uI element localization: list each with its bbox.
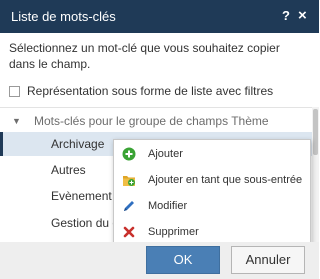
dialog-footer: OK Annuler <box>0 242 319 279</box>
tree-item-label: Evènement <box>51 189 112 203</box>
menu-item-modifier[interactable]: Modifier <box>114 193 310 219</box>
tree-group-label: Mots-clés pour le groupe de champs Thème <box>34 114 269 128</box>
menu-item-label: Ajouter en tant que sous-entrée <box>148 174 303 186</box>
tree-scrollbar[interactable] <box>312 107 319 242</box>
delete-x-icon <box>123 226 135 238</box>
add-subentry-icon <box>123 176 135 186</box>
list-filter-checkbox-label: Représentation sous forme de liste avec … <box>27 84 274 98</box>
scrollbar-thumb[interactable] <box>313 109 318 155</box>
tree-item-label: Archivage <box>51 137 105 151</box>
help-button[interactable]: ? <box>282 8 290 23</box>
list-filter-checkbox[interactable] <box>9 85 20 97</box>
context-menu: Ajouter Ajouter en tant que sous-entrée … <box>113 139 311 245</box>
menu-item-ajouter[interactable]: Ajouter <box>114 141 310 167</box>
cancel-button[interactable]: Annuler <box>231 246 305 274</box>
menu-item-label: Ajouter <box>148 148 183 160</box>
tree-group-row[interactable]: ▼ Mots-clés pour le groupe de champs Thè… <box>0 111 319 131</box>
menu-item-label: Modifier <box>148 200 188 212</box>
ok-button[interactable]: OK <box>146 246 220 274</box>
menu-item-ajouter-sous-entree[interactable]: Ajouter en tant que sous-entrée <box>114 167 310 193</box>
menu-item-label: Supprimer <box>148 226 199 238</box>
dialog-title: Liste de mots-clés <box>11 9 116 24</box>
tree-item-label: Gestion du c <box>51 216 119 230</box>
add-circle-icon <box>122 147 136 161</box>
expand-triangle-icon[interactable]: ▼ <box>12 116 21 126</box>
instruction-text: Sélectionnez un mot-clé que vous souhait… <box>9 41 280 71</box>
list-filter-checkbox-row[interactable]: Représentation sous forme de liste avec … <box>9 84 273 98</box>
pencil-icon <box>124 201 134 211</box>
tree-item-label: Autres <box>51 163 86 177</box>
dialog-titlebar: Liste de mots-clés ? × <box>0 0 319 33</box>
close-button[interactable]: × <box>298 7 307 24</box>
